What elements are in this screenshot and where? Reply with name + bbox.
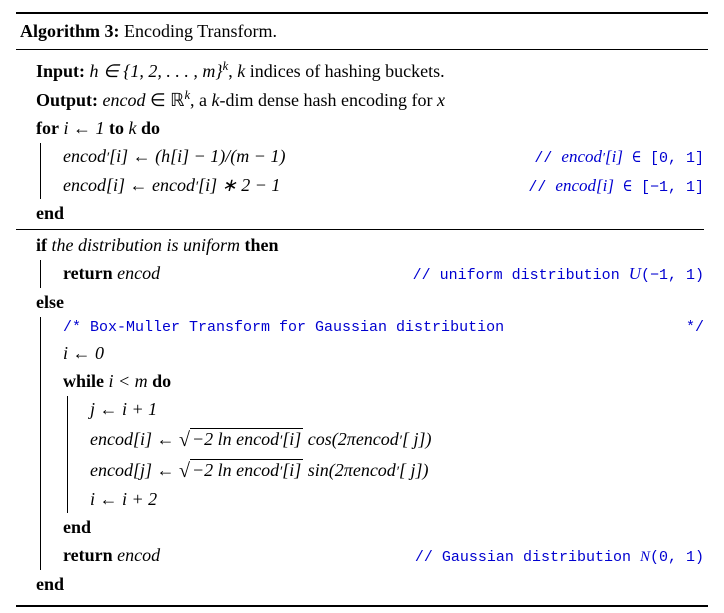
kw-do: do (141, 118, 160, 138)
w4-text: i ← i + 2 (90, 486, 157, 513)
kw-if: if (36, 235, 47, 255)
ret-var: encod (117, 263, 160, 283)
kw-return: return (63, 263, 113, 283)
else-header: else (36, 289, 704, 316)
input-text-1: h ∈ {1, 2, . . . , m} (90, 61, 223, 81)
ret2-var: encod (117, 545, 160, 565)
algorithm-title: Algorithm 3: Encoding Transform. (16, 14, 708, 50)
kw-while: while (63, 371, 104, 391)
for-var: i ← 1 (63, 118, 109, 138)
kw-return-2: return (63, 545, 113, 565)
w1-text: j ← i + 1 (90, 396, 157, 423)
if-header: if the distribution is uniform then (36, 232, 704, 259)
while-cond: i < m (109, 371, 153, 391)
w3: encod[j] ← −2 ln encod′[i] sin(2πencod′[… (90, 455, 704, 485)
output-label: Output: (36, 90, 98, 110)
for-line-2: encod[i] ← encod′[i] ∗ 2 − 1 // encod[i]… (63, 172, 704, 200)
w2: encod[i] ← −2 ln encod′[i] cos(2πencod′[… (90, 424, 704, 454)
for-l1-right: // encod′[i] ∈ [0, 1] (534, 144, 704, 171)
kw-do-2: do (152, 371, 171, 391)
kw-for: for (36, 118, 59, 138)
end-if: end (36, 571, 704, 598)
w2-text: encod[i] ← −2 ln encod′[i] cos(2πencod′[… (90, 424, 431, 454)
return-gaussian: return encod // Gaussian distribution N(… (63, 542, 704, 570)
algorithm-body: Input: h ∈ {1, 2, . . . , m} k , k indices… (16, 50, 708, 605)
if-cond: the distribution is uniform (52, 235, 241, 255)
for-header: for i ← 1 to k do (36, 115, 704, 142)
while-header: while i < m do (63, 368, 704, 395)
for-line-1: encod′[i] ← (h[i] − 1)/(m − 1) // encod′… (63, 143, 704, 171)
input-label: Input: (36, 61, 85, 81)
gaussian-comment: // Gaussian distribution N(0, 1) (415, 546, 704, 570)
end-for: end (36, 200, 64, 227)
else-body: /* Box-Muller Transform for Gaussian dis… (40, 317, 704, 570)
while-body: j ← i + 1 encod[i] ← −2 ln encod′[i] cos… (67, 396, 704, 513)
for-l2-left: encod[i] ← encod′[i] ∗ 2 − 1 (63, 172, 280, 199)
box-muller-comment: /* Box-Muller Transform for Gaussian dis… (63, 317, 704, 340)
algo-name: Encoding Transform. (124, 21, 277, 41)
algo-number: Algorithm 3: (20, 21, 119, 41)
end-if-text: end (36, 571, 64, 598)
uniform-comment: // uniform distribution U(−1, 1) (413, 261, 704, 288)
for-lim: k (129, 118, 142, 138)
if-body: return encod // uniform distribution U(−… (40, 260, 704, 288)
kw-then: then (245, 235, 279, 255)
end-while: end (63, 514, 704, 541)
end-while-text: end (63, 514, 91, 541)
input-line: Input: h ∈ {1, 2, . . . , m}k, k indices… (36, 57, 704, 85)
return-uniform: return encod // uniform distribution U(−… (63, 260, 704, 288)
box-comment-r: */ (686, 317, 704, 340)
for-l1-left: encod′[i] ← (h[i] − 1)/(m − 1) (63, 143, 285, 170)
kw-else: else (36, 289, 64, 316)
for-l2-right: // encod[i] ∈ [−1, 1] (528, 173, 704, 200)
w1: j ← i + 1 (90, 396, 704, 423)
init-text: i ← 0 (63, 340, 104, 367)
output-line: Output: encod ∈ ℝk, a k-dim dense hash e… (36, 86, 704, 114)
algorithm-block: Algorithm 3: Encoding Transform. Input: … (16, 12, 708, 607)
w3-text: encod[j] ← −2 ln encod′[i] sin(2πencod′[… (90, 455, 428, 485)
w4: i ← i + 2 (90, 486, 704, 513)
kw-to: to (109, 118, 124, 138)
box-comment-l: /* Box-Muller Transform for Gaussian dis… (63, 317, 504, 340)
init-i: i ← 0 (63, 340, 704, 367)
input-text-2: , k indices of hashing buckets. (228, 61, 444, 81)
output-text: encod ∈ ℝk, a k-dim dense hash encoding … (103, 90, 445, 110)
for-end: end (36, 200, 704, 227)
separator (16, 229, 704, 230)
for-body: encod′[i] ← (h[i] − 1)/(m − 1) // encod′… (40, 143, 704, 199)
